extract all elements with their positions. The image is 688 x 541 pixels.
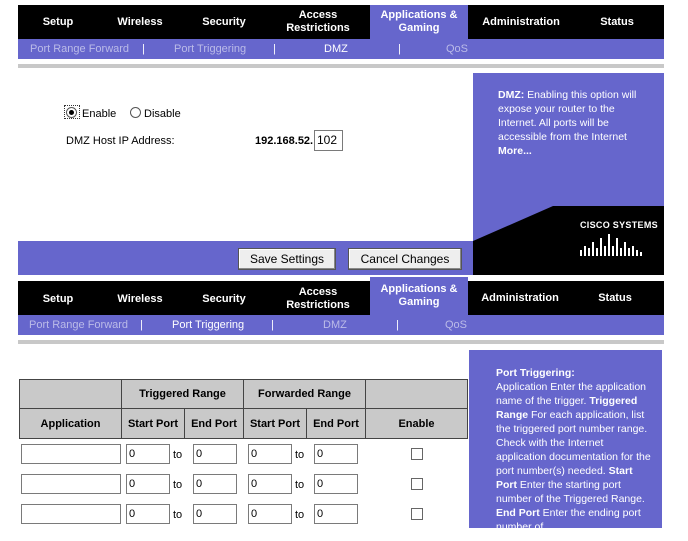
save-settings-button[interactable]: Save Settings (238, 248, 336, 270)
forwarded-start-port-input[interactable]: 0 (248, 504, 292, 524)
forwarded-end-port-input[interactable]: 0 (314, 504, 358, 524)
port-triggering-help-text: Port Triggering: Application Enter the a… (496, 366, 656, 528)
help-text-3: Enter the starting port number of the Tr… (496, 479, 645, 505)
bottom-nav-wireless[interactable]: Wireless (98, 282, 182, 316)
forwarded-end-port-header: End Port (306, 408, 366, 439)
bottom-sub-nav: Port Range Forward | Port Triggering | D… (18, 315, 664, 335)
help-bold-3: End Port (496, 507, 540, 519)
bottom-nav-status[interactable]: Status (572, 281, 658, 315)
top-nav-access-restrictions[interactable]: Access Restrictions (266, 5, 370, 39)
help-title: Port Triggering: (496, 367, 575, 379)
top-nav-setup[interactable]: Setup (18, 5, 98, 39)
bottom-subnav-separator: | (271, 319, 274, 331)
to-label: to (173, 449, 183, 461)
bottom-nav-administration[interactable]: Administration (468, 281, 572, 315)
bottom-nav-setup[interactable]: Setup (18, 282, 98, 316)
top-divider (18, 64, 664, 68)
triggered-start-port-input[interactable]: 0 (126, 474, 170, 494)
top-subnav-separator: | (273, 43, 276, 55)
cisco-logo-text: CISCO SYSTEMS (580, 220, 658, 230)
to-label: to (173, 509, 183, 521)
dmz-ip-prefix: 192.168.52. (255, 135, 314, 147)
bottom-subnav-separator: | (396, 319, 399, 331)
bottom-nav-applications-gaming[interactable]: Applications & Gaming (370, 277, 468, 315)
triggered-end-port-input[interactable]: 0 (193, 444, 237, 464)
top-subnav-dmz[interactable]: DMZ (324, 39, 348, 59)
top-nav-wireless[interactable]: Wireless (98, 5, 182, 39)
table-header-blank (19, 379, 122, 409)
top-nav-administration[interactable]: Administration (468, 5, 574, 39)
port-triggering-help-panel: Port Triggering: Application Enter the a… (469, 350, 662, 528)
dmz-help-title: DMZ: (498, 89, 525, 101)
triggered-end-port-header: End Port (184, 408, 244, 439)
dmz-ip-last-octet-input[interactable]: 102 (314, 130, 343, 151)
triggered-start-port-input[interactable]: 0 (126, 504, 170, 524)
top-subnav-port-range-forward[interactable]: Port Range Forward (30, 39, 129, 59)
triggered-end-port-input[interactable]: 0 (193, 474, 237, 494)
forwarded-start-port-header: Start Port (243, 408, 307, 439)
bottom-nav-access-restrictions[interactable]: Access Restrictions (266, 282, 370, 316)
forwarded-start-port-input[interactable]: 0 (248, 474, 292, 494)
dmz-host-label: DMZ Host IP Address: (66, 135, 175, 147)
bottom-subnav-port-range-forward[interactable]: Port Range Forward (29, 315, 128, 335)
bottom-divider (18, 340, 664, 344)
forwarded-end-port-input[interactable]: 0 (314, 444, 358, 464)
cisco-logo-bars-icon (580, 234, 642, 256)
top-nav-applications-gaming[interactable]: Applications & Gaming (370, 5, 468, 39)
focus-ring (64, 105, 80, 119)
bottom-subnav-dmz[interactable]: DMZ (323, 315, 347, 335)
top-subnav-separator: | (142, 43, 145, 55)
to-label: to (295, 509, 305, 521)
enable-checkbox[interactable] (411, 508, 423, 520)
top-subnav-qos[interactable]: QoS (446, 39, 468, 59)
to-label: to (295, 449, 305, 461)
cancel-changes-button[interactable]: Cancel Changes (348, 248, 462, 270)
enable-column-header: Enable (365, 408, 468, 439)
table-header-blank (365, 379, 468, 409)
dmz-help-more-link[interactable]: More... (498, 145, 532, 157)
to-label: to (295, 479, 305, 491)
top-main-nav: Setup Wireless Security Access Restricti… (18, 5, 664, 39)
bottom-subnav-port-triggering[interactable]: Port Triggering (172, 315, 244, 335)
triggered-start-port-input[interactable]: 0 (126, 444, 170, 464)
application-name-input[interactable] (21, 504, 121, 524)
application-name-input[interactable] (21, 474, 121, 494)
top-nav-security[interactable]: Security (182, 5, 266, 39)
forwarded-range-header: Forwarded Range (243, 379, 366, 409)
top-subnav-separator: | (398, 43, 401, 55)
dmz-enable-label: Enable (82, 108, 117, 120)
logo-panel-wedge (473, 206, 553, 241)
bottom-subnav-separator: | (140, 319, 143, 331)
enable-checkbox[interactable] (411, 478, 423, 490)
triggered-end-port-input[interactable]: 0 (193, 504, 237, 524)
top-nav-status[interactable]: Status (574, 5, 660, 39)
enable-checkbox[interactable] (411, 448, 423, 460)
application-name-input[interactable] (21, 444, 121, 464)
to-label: to (173, 479, 183, 491)
dmz-help-text: DMZ: Enabling this option will expose yo… (498, 88, 648, 158)
top-sub-nav: Port Range Forward | Port Triggering | D… (18, 39, 664, 59)
triggered-start-port-header: Start Port (121, 408, 185, 439)
top-subnav-port-triggering[interactable]: Port Triggering (174, 39, 246, 59)
bottom-main-nav: Setup Wireless Security Access Restricti… (18, 277, 664, 316)
bottom-nav-security[interactable]: Security (182, 282, 266, 316)
dmz-disable-radio[interactable] (130, 107, 141, 118)
application-column-header: Application (19, 408, 122, 439)
triggered-range-header: Triggered Range (121, 379, 244, 409)
bottom-subnav-qos[interactable]: QoS (445, 315, 467, 335)
forwarded-end-port-input[interactable]: 0 (314, 474, 358, 494)
forwarded-start-port-input[interactable]: 0 (248, 444, 292, 464)
dmz-disable-label: Disable (144, 108, 181, 120)
